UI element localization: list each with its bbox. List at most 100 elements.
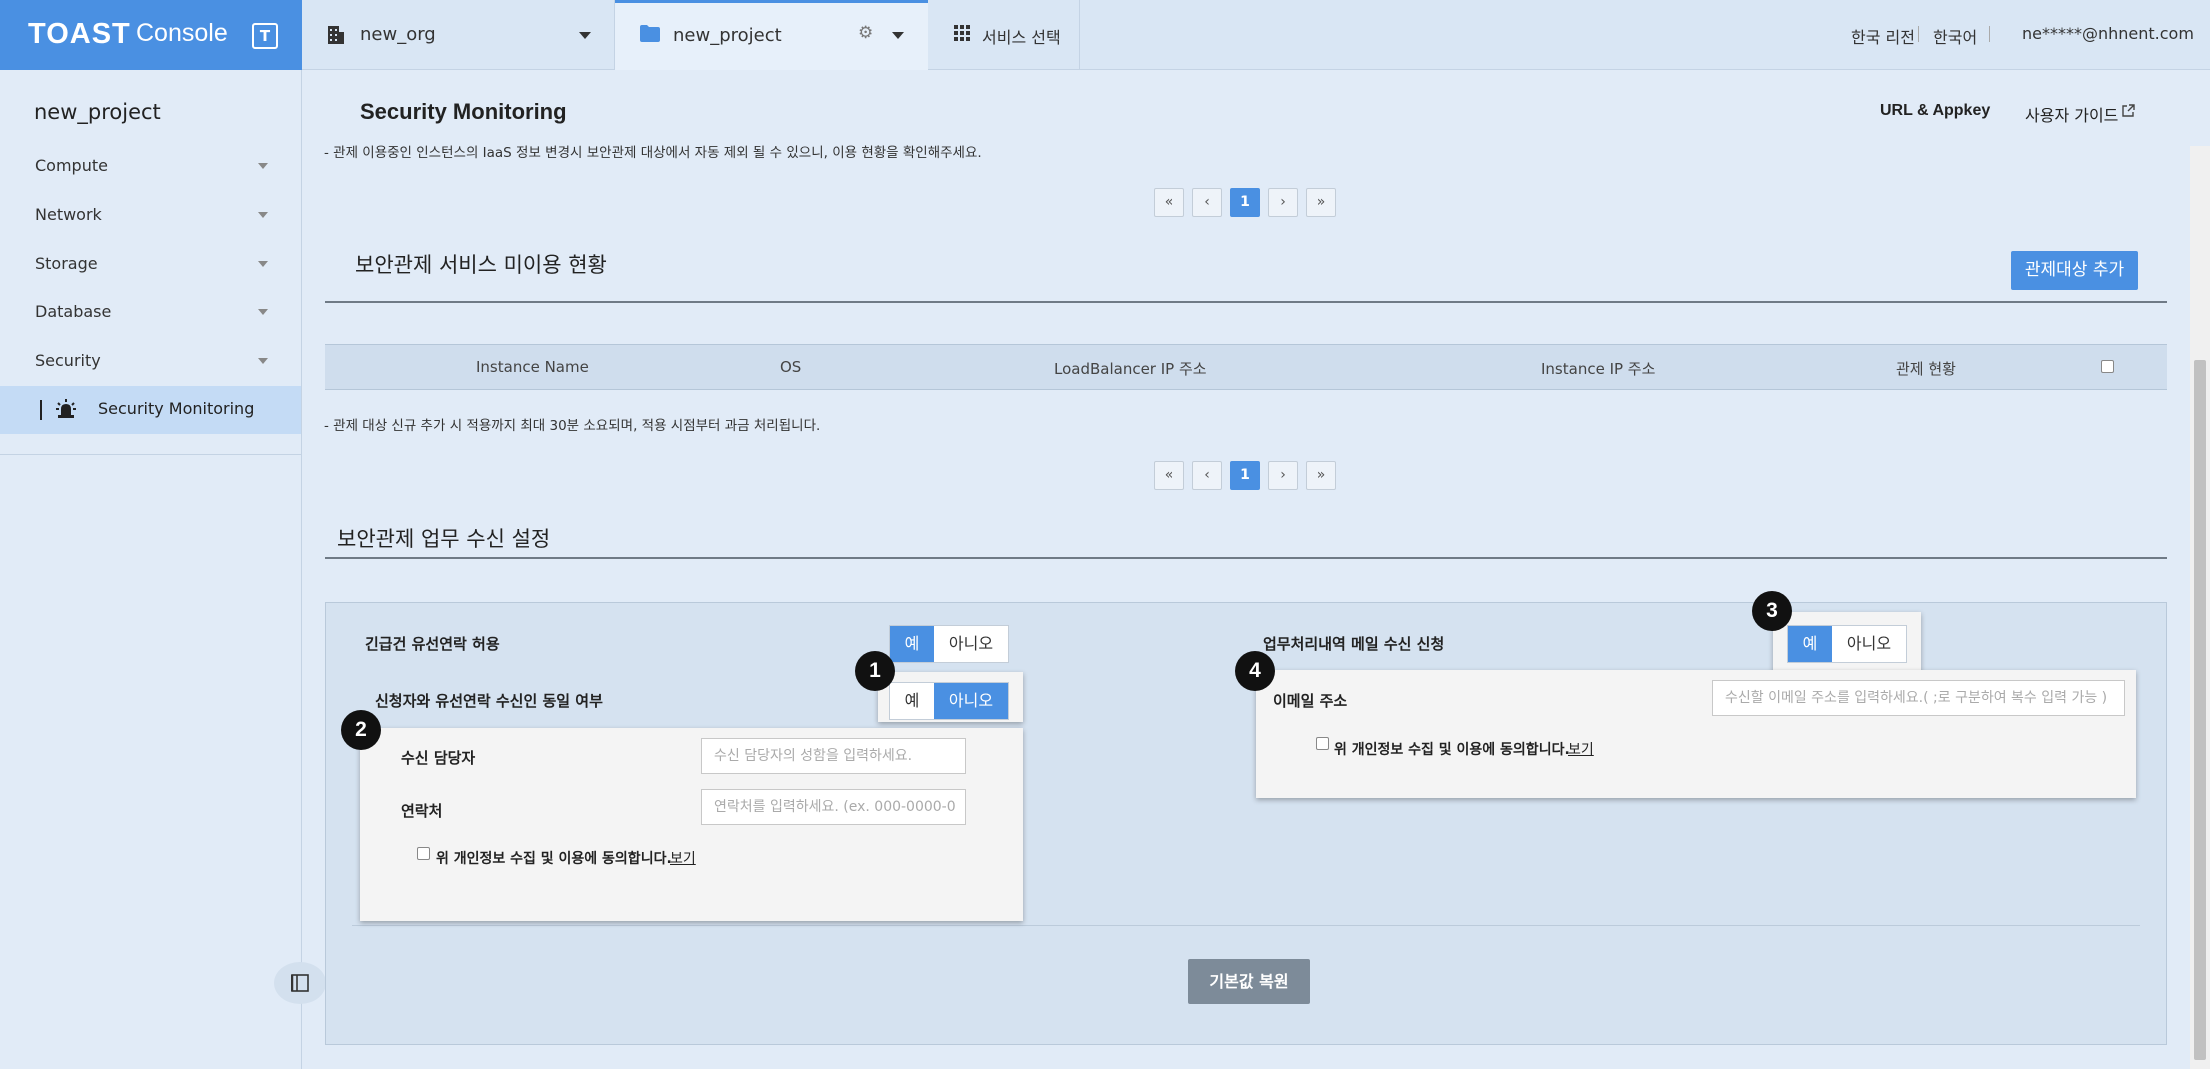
org-selector[interactable]: new_org bbox=[302, 0, 615, 70]
sidebar-item-storage[interactable]: Storage bbox=[0, 240, 301, 288]
same-person-label: 신청자와 유선연락 수신인 동일 여부 bbox=[375, 692, 603, 710]
column-header-instance-name: Instance Name bbox=[476, 358, 589, 376]
receiver-label: 수신 담당자 bbox=[401, 749, 476, 767]
active-indicator bbox=[40, 400, 42, 420]
prev-page-button[interactable]: ‹ bbox=[1192, 461, 1222, 490]
user-email[interactable]: ne*****@nhnent.com bbox=[2022, 24, 2194, 43]
settings-divider bbox=[352, 925, 2140, 926]
consent-view-link[interactable]: 보기 bbox=[670, 848, 696, 868]
page-1-button[interactable]: 1 bbox=[1230, 461, 1260, 490]
section-title: 보안관제 업무 수신 설정 bbox=[337, 527, 551, 551]
mail-receive-label: 업무처리내역 메일 수신 신청 bbox=[1263, 635, 1445, 653]
sidebar-toggle-icon bbox=[291, 974, 309, 992]
section-title: 보안관제 서비스 미이용 현황 bbox=[355, 253, 607, 277]
chevron-down-icon bbox=[579, 32, 591, 39]
chevron-down-icon bbox=[258, 309, 268, 315]
column-header-os: OS bbox=[780, 358, 802, 376]
service-select-label: 서비스 선택 bbox=[982, 28, 1061, 47]
scrollbar-thumb[interactable] bbox=[2194, 360, 2206, 1060]
first-page-button[interactable]: « bbox=[1154, 461, 1184, 490]
next-page-button[interactable]: › bbox=[1268, 461, 1298, 490]
email-consent-view-link[interactable]: 보기 bbox=[1568, 739, 1594, 759]
table-header bbox=[325, 344, 2167, 390]
user-guide-link[interactable]: 사용자 가이드 bbox=[2025, 102, 2118, 126]
service-select-tab[interactable]: 서비스 선택 bbox=[928, 0, 1080, 70]
section-divider bbox=[325, 557, 2167, 559]
section-divider bbox=[325, 301, 2167, 303]
emergency-call-toggle[interactable]: 예 아니오 bbox=[889, 625, 1009, 663]
first-page-button[interactable]: « bbox=[1154, 188, 1184, 217]
same-person-no-option[interactable]: 아니오 bbox=[934, 683, 1008, 719]
mail-yes-option[interactable]: 예 bbox=[1788, 626, 1832, 662]
sidebar-item-label: Storage bbox=[35, 254, 98, 273]
console-logo[interactable]: TOAST Console T bbox=[0, 0, 302, 70]
sidebar-item-database[interactable]: Database bbox=[0, 288, 301, 336]
mail-receive-toggle[interactable]: 예 아니오 bbox=[1787, 625, 1907, 663]
emergency-yes-option[interactable]: 예 bbox=[890, 626, 934, 662]
external-link-icon bbox=[2122, 104, 2135, 117]
building-icon bbox=[328, 26, 344, 44]
section-note: - 관제 이용중인 인스턴스의 IaaS 정보 변경시 보안관제 대상에서 자동… bbox=[324, 145, 982, 161]
same-person-yes-option[interactable]: 예 bbox=[890, 683, 934, 719]
divider bbox=[1989, 26, 1990, 42]
column-header-lb-ip: LoadBalancer IP 주소 bbox=[1054, 360, 1207, 378]
sidebar-divider bbox=[0, 454, 301, 455]
sidebar-item-network[interactable]: Network bbox=[0, 191, 301, 239]
select-all-checkbox[interactable] bbox=[2101, 360, 2114, 373]
step-badge-2: 2 bbox=[341, 710, 381, 750]
step-badge-3: 3 bbox=[1752, 591, 1792, 631]
email-consent-checkbox[interactable] bbox=[1316, 737, 1329, 750]
language-selector[interactable]: 한국어 bbox=[1933, 24, 1977, 48]
chevron-down-icon bbox=[258, 358, 268, 364]
column-header-instance-ip: Instance IP 주소 bbox=[1541, 360, 1656, 378]
emergency-call-label: 긴급건 유선연락 허용 bbox=[365, 635, 500, 653]
project-name: new_project bbox=[673, 25, 782, 46]
consent-checkbox[interactable] bbox=[417, 847, 430, 860]
grid-icon bbox=[954, 25, 970, 41]
logo-brand: TOAST bbox=[28, 18, 131, 50]
alarm-light-icon bbox=[56, 399, 76, 418]
step-badge-1: 1 bbox=[855, 651, 895, 691]
sidebar-item-label: Network bbox=[35, 205, 102, 224]
chevron-down-icon bbox=[258, 212, 268, 218]
divider bbox=[1918, 26, 1919, 42]
reset-defaults-button[interactable]: 기본값 복원 bbox=[1188, 959, 1310, 1004]
mail-no-option[interactable]: 아니오 bbox=[1832, 626, 1906, 662]
step-badge-4: 4 bbox=[1235, 651, 1275, 691]
sidebar-item-security[interactable]: Security bbox=[0, 337, 301, 385]
gear-icon[interactable]: ⚙ bbox=[858, 23, 873, 43]
emergency-no-option[interactable]: 아니오 bbox=[934, 626, 1008, 662]
email-input[interactable]: 수신할 이메일 주소를 입력하세요.( ;로 구분하여 복수 입력 가능 ) bbox=[1712, 680, 2125, 716]
page-1-button[interactable]: 1 bbox=[1230, 188, 1260, 217]
column-header-status: 관제 현황 bbox=[1896, 360, 1956, 378]
receiver-name-input[interactable]: 수신 담당자의 성함을 입력하세요. bbox=[701, 738, 966, 774]
sidebar-item-label: Compute bbox=[35, 156, 108, 175]
chevron-down-icon bbox=[892, 32, 904, 39]
sidebar-project-name: new_project bbox=[34, 100, 161, 124]
url-appkey-link[interactable]: URL & Appkey bbox=[1880, 102, 1990, 120]
last-page-button[interactable]: » bbox=[1306, 461, 1336, 490]
email-label: 이메일 주소 bbox=[1273, 692, 1348, 710]
region-selector[interactable]: 한국 리전 bbox=[1851, 24, 1915, 48]
sidebar-item-label: Security bbox=[35, 351, 101, 370]
project-selector[interactable]: new_project ⚙ bbox=[615, 0, 928, 70]
email-consent-text: 위 개인정보 수집 및 이용에 동의합니다. bbox=[1334, 742, 1570, 758]
add-target-button[interactable]: 관제대상 추가 bbox=[2011, 251, 2138, 290]
org-name: new_org bbox=[360, 24, 436, 45]
last-page-button[interactable]: » bbox=[1306, 188, 1336, 217]
logo-box-icon: T bbox=[252, 23, 278, 49]
sidebar-item-security-monitoring[interactable]: Security Monitoring bbox=[0, 386, 301, 434]
prev-page-button[interactable]: ‹ bbox=[1192, 188, 1222, 217]
sidebar-collapse-button[interactable] bbox=[274, 962, 326, 1004]
same-person-toggle[interactable]: 예 아니오 bbox=[889, 682, 1009, 720]
folder-icon bbox=[640, 25, 660, 42]
section-note: - 관제 대상 신규 추가 시 적용까지 최대 30분 소요되며, 적용 시점부… bbox=[324, 418, 821, 434]
chevron-down-icon bbox=[258, 163, 268, 169]
sidebar-item-compute[interactable]: Compute bbox=[0, 142, 301, 190]
page-title: Security Monitoring bbox=[360, 99, 567, 124]
sidebar-item-label: Security Monitoring bbox=[98, 399, 255, 418]
contact-number-input[interactable]: 연락처를 입력하세요. (ex. 000-0000-0 bbox=[701, 789, 966, 825]
chevron-down-icon bbox=[258, 261, 268, 267]
next-page-button[interactable]: › bbox=[1268, 188, 1298, 217]
logo-console: Console bbox=[136, 19, 228, 47]
